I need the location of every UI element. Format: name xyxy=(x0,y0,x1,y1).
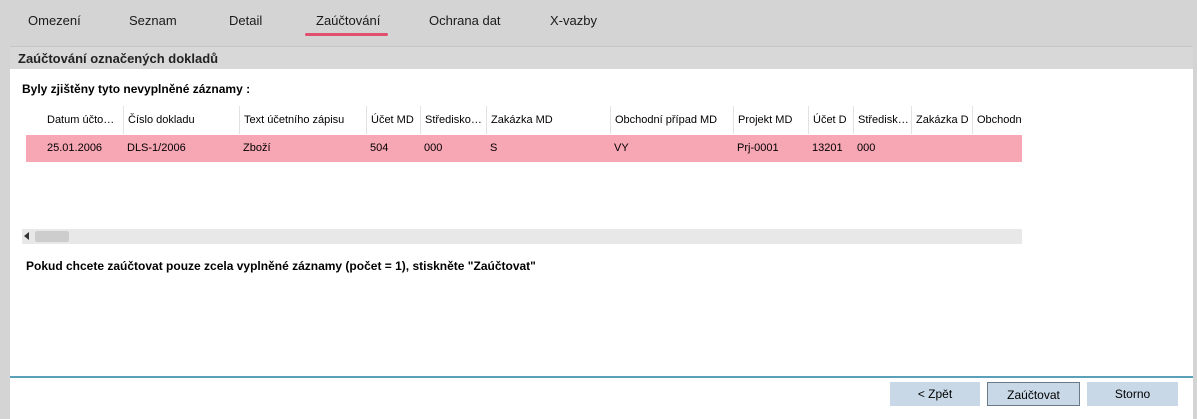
records-grid: Datum účto… Číslo dokladu Text účetního … xyxy=(26,106,1022,162)
cell-text: Zboží xyxy=(243,142,271,154)
horizontal-scrollbar[interactable] xyxy=(22,229,1022,244)
scroll-thumb[interactable] xyxy=(35,231,69,242)
cell-date: 25.01.2006 xyxy=(47,142,103,154)
column-header[interactable]: Obchodní xyxy=(972,106,1022,134)
column-header[interactable]: Obchodní případ MD xyxy=(610,106,733,134)
column-header[interactable]: Datum účto… xyxy=(43,106,123,134)
tab-seznam[interactable]: Seznam xyxy=(129,13,177,28)
table-row[interactable]: 25.01.2006 DLS-1/2006 Zboží 504 000 S VY… xyxy=(26,135,1022,162)
panel-title-bar: Zaúčtování označených dokladů xyxy=(10,46,1193,69)
column-header[interactable]: Účet D xyxy=(808,106,853,134)
cell-document-number: DLS-1/2006 xyxy=(127,142,186,154)
cell-project-md: Prj-0001 xyxy=(737,142,779,154)
posting-panel: Zaúčtování označených dokladů Byly zjišt… xyxy=(10,46,1193,419)
cell-order-md: S xyxy=(490,142,498,154)
column-header[interactable]: Středisk… xyxy=(853,106,911,134)
column-header[interactable]: Středisko… xyxy=(420,106,486,134)
column-header[interactable]: Text účetního zápisu xyxy=(239,106,366,134)
scroll-left-icon[interactable] xyxy=(24,232,29,240)
cell-center-d: 000 xyxy=(857,142,876,154)
tab-ochrana-dat[interactable]: Ochrana dat xyxy=(429,13,501,28)
cell-account-d: 13201 xyxy=(812,142,843,154)
tab-detail[interactable]: Detail xyxy=(229,13,262,28)
grid-header: Datum účto… Číslo dokladu Text účetního … xyxy=(26,106,1022,134)
tab-omezeni[interactable]: Omezení xyxy=(28,13,81,28)
column-header[interactable]: Projekt MD xyxy=(733,106,808,134)
column-header[interactable]: Číslo dokladu xyxy=(123,106,239,134)
panel-title: Zaúčtování označených dokladů xyxy=(18,51,219,66)
post-button[interactable]: Zaúčtovat xyxy=(987,382,1080,406)
column-header[interactable]: Účet MD xyxy=(366,106,420,134)
cell-order-d xyxy=(911,135,972,162)
column-header[interactable]: Zakázka D xyxy=(911,106,972,134)
tab-zauctovani[interactable]: Zaúčtování xyxy=(316,13,380,28)
footer-divider xyxy=(10,376,1193,378)
posting-hint: Pokud chcete zaúčtovat pouze zcela vypln… xyxy=(26,259,536,273)
tab-bar: Omezení Seznam Detail Zaúčtování Ochrana… xyxy=(0,0,1197,40)
cell-business-case-md: VY xyxy=(614,142,629,154)
cell-business-case-d xyxy=(972,135,1022,162)
cancel-button[interactable]: Storno xyxy=(1087,382,1178,406)
back-button[interactable]: < Zpět xyxy=(890,382,980,406)
cell-account-md: 504 xyxy=(370,142,389,154)
incomplete-records-message: Byly zjištěny tyto nevyplněné záznamy : xyxy=(22,82,251,96)
active-tab-indicator xyxy=(305,33,388,36)
cell-center-md: 000 xyxy=(424,142,443,154)
column-header[interactable]: Zakázka MD xyxy=(486,106,610,134)
tab-x-vazby[interactable]: X-vazby xyxy=(550,13,597,28)
